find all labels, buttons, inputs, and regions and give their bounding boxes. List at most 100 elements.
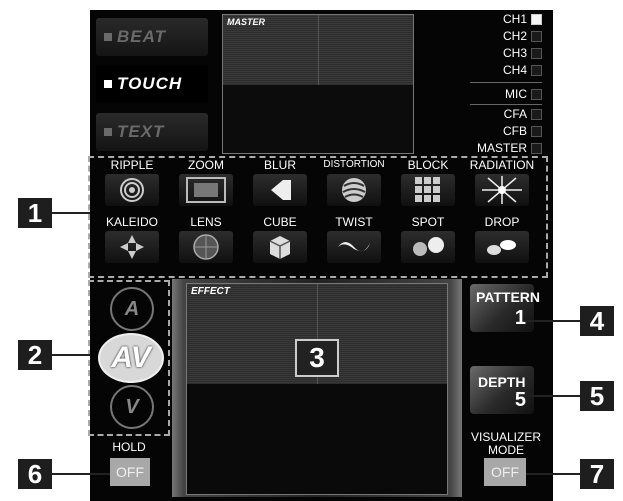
effect-label: BLOCK <box>407 158 449 172</box>
callout-2-line <box>52 354 90 356</box>
indicator-square-icon <box>104 33 112 41</box>
effect-blur-button[interactable]: BLUR <box>244 158 316 214</box>
channel-label: CH1 <box>502 12 527 26</box>
pattern-label: PATTERN <box>476 289 541 305</box>
hold-label: HOLD <box>112 440 146 454</box>
channel-ch2[interactable]: CH2 <box>472 28 542 44</box>
pattern-button[interactable]: PATTERN 1 <box>470 284 540 332</box>
channel-label: CH3 <box>502 46 527 60</box>
effect-twist-button[interactable]: TWIST <box>318 215 390 271</box>
effect-label: SPOT <box>411 215 445 229</box>
drop-icon <box>475 231 529 263</box>
beat-mode-button[interactable]: BEAT <box>96 18 208 56</box>
callout-5-line <box>524 395 580 397</box>
channel-label: CH2 <box>502 29 527 43</box>
depth-button[interactable]: DEPTH 5 <box>470 366 534 414</box>
channel-ch4[interactable]: CH4 <box>472 62 542 78</box>
cube-icon <box>253 231 307 263</box>
channel-cfb[interactable]: CFB <box>472 123 542 139</box>
channel-label: MIC <box>505 87 527 101</box>
effect-label: KALEIDO <box>105 215 159 229</box>
lens-icon <box>179 231 233 263</box>
effect-label: TWIST <box>335 215 373 229</box>
av-button-label: AV <box>111 341 151 374</box>
callout-3: 3 <box>295 339 339 377</box>
callout-4: 4 <box>580 306 614 336</box>
beat-mode-label: BEAT <box>117 27 167 46</box>
twist-icon <box>327 231 381 263</box>
effect-distortion-button[interactable]: DISTORTION <box>318 158 390 214</box>
callout-6-line <box>52 473 110 475</box>
effect-screen[interactable]: EFFECT <box>186 283 448 495</box>
kaleido-icon <box>105 231 159 263</box>
callout-5: 5 <box>580 381 614 411</box>
channel-led-icon <box>531 142 542 154</box>
callout-7: 7 <box>580 459 614 489</box>
channel-ch3[interactable]: CH3 <box>472 45 542 61</box>
indicator-square-icon <box>104 128 112 136</box>
depth-value: 5 <box>514 389 526 411</box>
visualizer-label-line2: MODE <box>488 443 524 457</box>
callout-6: 6 <box>18 459 52 489</box>
spot-icon <box>401 231 455 263</box>
zoom-icon <box>179 174 233 206</box>
channel-led-icon <box>531 13 542 25</box>
channel-led-icon <box>531 30 542 42</box>
effect-label: CUBE <box>263 215 297 229</box>
channel-divider <box>470 104 542 105</box>
effect-label: DISTORTION <box>323 159 385 170</box>
channel-led-icon <box>531 47 542 59</box>
v-button[interactable]: V <box>110 385 154 429</box>
block-icon <box>401 174 455 206</box>
depth-label: DEPTH <box>478 374 526 390</box>
a-button[interactable]: A <box>110 287 154 331</box>
channel-mic[interactable]: MIC <box>472 86 542 102</box>
av-button[interactable]: AV <box>98 333 164 383</box>
touch-mode-button[interactable]: TOUCH <box>96 65 208 103</box>
visualizer-off-button[interactable]: OFF <box>484 458 526 486</box>
visualizer-mode-label: VISUALIZER MODE <box>466 431 546 457</box>
channel-label: CFA <box>503 107 527 121</box>
screen-lower-area <box>187 384 447 494</box>
effect-cube-button[interactable]: CUBE <box>244 215 316 271</box>
effect-spot-button[interactable]: SPOT <box>392 215 464 271</box>
master-screen-label: MASTER <box>227 17 265 27</box>
effect-label: RIPPLE <box>110 158 154 172</box>
blur-icon <box>253 174 307 206</box>
effect-label: RADIATION <box>469 158 535 172</box>
channel-label: MASTER <box>476 141 527 155</box>
callout-2: 2 <box>18 340 52 370</box>
text-mode-button[interactable]: TEXT <box>96 113 208 151</box>
channel-cfa[interactable]: CFA <box>472 106 542 122</box>
callout-1: 1 <box>18 198 52 228</box>
effect-drop-button[interactable]: DROP <box>466 215 538 271</box>
effect-screen-label: EFFECT <box>191 286 230 297</box>
master-screen: MASTER <box>222 14 414 154</box>
effect-label: ZOOM <box>188 158 224 172</box>
callout-7-line <box>526 473 580 475</box>
effect-block-button[interactable]: BLOCK <box>392 158 464 214</box>
effect-kaleido-button[interactable]: KALEIDO <box>96 215 168 271</box>
effect-ripple-button[interactable]: RIPPLE <box>96 158 168 214</box>
effect-radiation-button[interactable]: RADIATION <box>466 158 538 214</box>
effect-label: DROP <box>484 215 520 229</box>
touch-mode-label: TOUCH <box>117 74 183 93</box>
screen-lower-area <box>223 85 413 153</box>
v-button-label: V <box>125 395 139 418</box>
effect-zoom-button[interactable]: ZOOM <box>170 158 242 214</box>
channel-led-icon <box>531 125 542 137</box>
hold-value: OFF <box>116 464 144 480</box>
channel-master[interactable]: MASTER <box>472 140 542 156</box>
effect-lens-button[interactable]: LENS <box>170 215 242 271</box>
visualizer-value: OFF <box>491 464 519 480</box>
channel-label: CFB <box>503 124 527 138</box>
a-button-label: A <box>124 297 140 320</box>
channel-led-icon <box>531 88 542 100</box>
hold-off-button[interactable]: OFF <box>110 458 150 486</box>
indicator-square-icon <box>104 80 112 88</box>
pattern-value: 1 <box>514 307 526 329</box>
ripple-icon <box>105 174 159 206</box>
channel-ch1[interactable]: CH1 <box>472 11 542 27</box>
effect-label: LENS <box>190 215 222 229</box>
callout-4-line <box>524 320 580 322</box>
